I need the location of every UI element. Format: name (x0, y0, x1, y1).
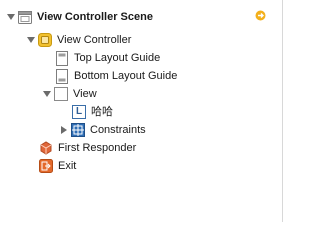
outline-row-scene[interactable]: View Controller Scene (6, 8, 153, 26)
first-responder-label: First Responder (58, 142, 137, 154)
view-label: View (73, 88, 97, 100)
outline-row-top-layout-guide[interactable]: Top Layout Guide (55, 49, 160, 67)
outline-row-first-responder[interactable]: First Responder (39, 139, 136, 157)
outline-row-constraints[interactable]: Constraints (59, 121, 146, 139)
outline-row-view-controller[interactable]: View Controller (26, 31, 131, 49)
label-item-text: 哈哈 (91, 105, 113, 118)
outline-row-bottom-layout-guide[interactable]: Bottom Layout Guide (55, 67, 177, 85)
disclosure-collapsed-icon[interactable] (59, 125, 69, 135)
label-icon-glyph: L (75, 106, 83, 117)
scene-title: View Controller Scene (37, 11, 153, 23)
first-responder-icon (39, 141, 53, 155)
layout-guide-icon (55, 68, 69, 84)
bottom-layout-guide-label: Bottom Layout Guide (74, 70, 178, 82)
disclosure-expanded-icon[interactable] (26, 35, 36, 45)
view-controller-icon (38, 33, 52, 47)
document-outline: View Controller Scene View Controller To… (0, 0, 283, 222)
label-icon: L (72, 105, 86, 119)
scene-icon (18, 10, 32, 24)
outline-row-exit[interactable]: Exit (39, 157, 76, 175)
constraints-label: Constraints (90, 124, 146, 136)
disclosure-expanded-icon[interactable] (6, 12, 16, 22)
view-icon (54, 87, 68, 101)
exit-label: Exit (58, 160, 77, 172)
outline-row-label[interactable]: L 哈哈 (72, 103, 113, 121)
panel-divider (282, 0, 283, 222)
disclosure-expanded-icon[interactable] (42, 89, 52, 99)
exit-icon (39, 159, 53, 173)
scene-status-indicator-icon[interactable] (255, 10, 266, 21)
outline-row-view[interactable]: View (42, 85, 97, 103)
top-layout-guide-label: Top Layout Guide (74, 52, 161, 64)
view-controller-label: View Controller (57, 34, 132, 46)
layout-guide-icon (55, 50, 69, 66)
constraints-icon (71, 123, 85, 137)
